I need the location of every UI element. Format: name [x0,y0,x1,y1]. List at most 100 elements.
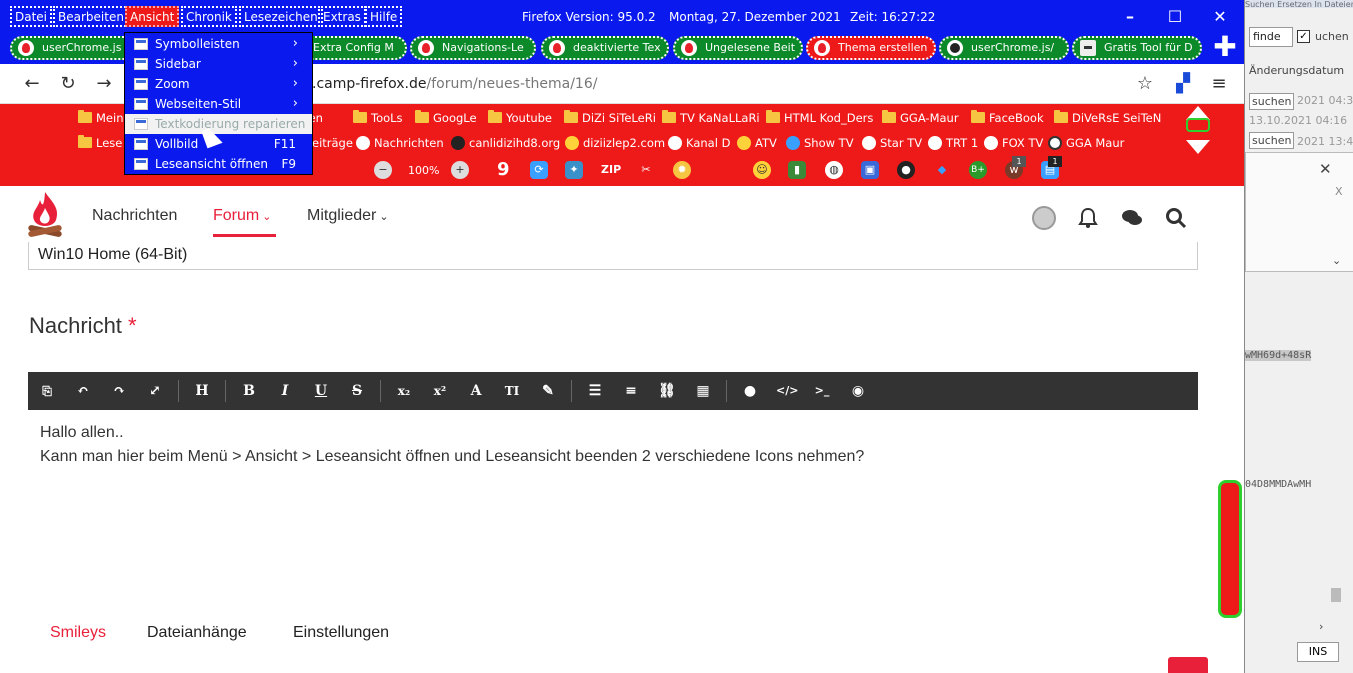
custom-scrollbar-thumb[interactable] [1218,480,1242,618]
menu-item-symbolleisten[interactable]: Symbolleisten › [125,34,312,54]
terminal-button[interactable]: >_ [812,381,832,401]
tab-dateianhaenge[interactable]: Dateianhänge [147,624,247,642]
bg-chevron-right-icon[interactable]: › [1319,620,1323,633]
tab-thema-erstellen[interactable]: Thema erstellen [806,36,936,60]
save-icon[interactable]: ▣ [861,161,879,179]
scroll-down-arrow-icon[interactable] [1186,140,1210,154]
bookmark-folder-mein[interactable]: Mein [78,109,123,127]
menu-lesezeichen[interactable]: Lesezeichen [239,6,323,27]
menu-datei[interactable]: Datei [10,6,53,27]
tools-icon[interactable]: ✂ [637,161,655,179]
bg-chevron-down-icon[interactable]: ⌄ [1332,254,1341,267]
new-tab-plus-icon[interactable]: ✚ [1212,33,1238,61]
bookmark-folder-tv-kanallari[interactable]: TV KaNaLLaRi [662,109,760,127]
menu-item-leseansicht[interactable]: Leseansicht öffnen F9 [125,154,312,174]
bookmark-kanal-d[interactable]: Kanal D [668,134,730,152]
bg-search-button-1[interactable]: suchen [1249,93,1295,110]
chat-icon[interactable] [1120,206,1144,230]
menu-hilfe[interactable]: Hilfe [365,6,403,27]
ball-icon[interactable]: ● [897,161,915,179]
bg-search-button-2[interactable]: suchen [1249,132,1295,149]
maximize-icon[interactable]: ☐ [1165,7,1185,27]
tab-navigations-leiste[interactable]: Navigations-Le [410,36,536,60]
bookmark-folder-youtube[interactable]: Youtube [488,109,552,127]
quote-bubble-icon[interactable]: ● [740,381,760,401]
tab-deaktivierte-texte[interactable]: deaktivierte Tex [541,36,669,60]
smiley-icon[interactable]: ☺ [753,161,771,179]
bookmark-star-tv[interactable]: Star TV [862,134,922,152]
zoom-in-icon[interactable]: + [451,161,469,179]
bookmark-trt1[interactable]: TRT 1 [928,134,978,152]
list-icon[interactable]: ☰ [585,381,605,401]
hamburger-menu-icon[interactable]: ≡ [1207,72,1231,96]
tab-einstellungen[interactable]: Einstellungen [293,624,389,642]
bookmark-fox-tv[interactable]: FOX TV [984,134,1043,152]
fullscreen-expand-icon[interactable]: ⤢ [145,381,165,401]
bg-scrollbar-thumb[interactable] [1331,588,1341,602]
extension-dots-icon[interactable]: ▞ [1171,72,1195,96]
reload-icon[interactable]: ↻ [56,72,80,96]
editor-line-2[interactable]: Kann man hier beim Menü > Ansicht > Lese… [40,448,864,466]
nav-mitglieder[interactable]: Mitglieder ⌄ [307,207,389,225]
close-icon[interactable]: ✕ [1210,7,1230,27]
bookmark-beitraege[interactable]: eiträge [312,134,353,152]
italic-button[interactable]: I [275,381,295,401]
superscript-button[interactable]: x² [430,381,450,401]
bookmark-nachrichten[interactable]: Nachrichten [356,134,444,152]
back-arrow-icon[interactable]: ← [20,72,44,96]
bookmark-folder-tools[interactable]: TooLs [353,109,403,127]
subscript-button[interactable]: x₂ [394,381,414,401]
bg-checkbox[interactable]: ✓ [1297,30,1310,43]
minimize-icon[interactable]: – [1120,7,1140,27]
os-field[interactable]: Win10 Home (64-Bit) [28,242,1198,270]
bg-close-icon[interactable]: ✕ [1319,160,1332,178]
tab-userchrome-js-github[interactable]: userChrome.js/ [939,36,1069,60]
menu-bearbeiten[interactable]: Bearbeiten [53,6,129,27]
link-icon[interactable]: ⛓ [657,381,677,401]
scroll-middle-button[interactable] [1186,118,1210,132]
menu-item-sidebar[interactable]: Sidebar › [125,54,312,74]
bookmark-canlidizihd8[interactable]: canlidizihd8.org [451,134,560,152]
tab-ungelesene-beitraege[interactable]: Ungelesene Beit [673,36,803,60]
undo-icon[interactable]: ↶ [73,381,93,401]
bookmark-folder-facebook[interactable]: FaceBook [971,109,1044,127]
tab-userchrome-js[interactable]: userChrome.js [10,36,136,60]
bookmark-folder-dizi-siteleri[interactable]: DiZi SiTeLeRi [564,109,656,127]
bookmark-folder-google[interactable]: GoogLe [415,109,477,127]
nine-icon[interactable]: 9 [497,159,510,180]
bookmark-atv[interactable]: ATV [737,134,777,152]
camp-firefox-logo-icon[interactable] [26,190,64,242]
globe-icon[interactable]: ◍ [825,161,843,179]
submit-button[interactable] [1168,657,1208,673]
strikethrough-button[interactable]: S [347,381,367,401]
book-icon[interactable]: ▮ [788,161,806,179]
editor-line-1[interactable]: Hallo allen.. [40,424,124,442]
b-plus-icon[interactable]: B+ [969,161,987,179]
font-size-button[interactable]: TI [502,381,522,401]
menu-item-webseiten-stil[interactable]: Webseiten-Stil › [125,94,312,114]
brush-icon[interactable]: ✎ [538,381,558,401]
underline-button[interactable]: U [311,381,331,401]
tab-gratis-tool[interactable]: Gratis Tool für D [1072,36,1202,60]
tab-smileys[interactable]: Smileys [50,624,106,642]
avatar[interactable] [1032,206,1056,230]
zoom-out-icon[interactable]: − [374,161,392,179]
bold-button[interactable]: B [239,381,259,401]
bell-icon[interactable] [1076,206,1100,230]
heading-button[interactable]: H [192,381,212,401]
gear-icon[interactable]: ✹ [673,161,691,179]
bookmark-folder-lesezeichen[interactable]: Lese [78,134,122,152]
bookmark-show-tv[interactable]: Show TV [786,134,854,152]
font-color-button[interactable]: A [466,381,486,401]
puzzle-icon[interactable]: ✦ [565,161,583,179]
spoiler-eye-icon[interactable]: ◉ [848,381,868,401]
menu-ansicht[interactable]: Ansicht [125,6,180,27]
bookmark-gga-maur[interactable]: GGA Maur [1048,134,1124,152]
bookmark-star-icon[interactable]: ☆ [1133,72,1157,96]
url-bar[interactable]: .camp-firefox.de/forum/neues-thema/16/ [312,72,1112,96]
menu-chronik[interactable]: Chronik [181,6,237,27]
redo-icon[interactable]: ↷ [109,381,129,401]
align-icon[interactable]: ≡ [621,381,641,401]
menu-extras[interactable]: Extras [318,6,366,27]
search-icon[interactable] [1164,206,1188,230]
